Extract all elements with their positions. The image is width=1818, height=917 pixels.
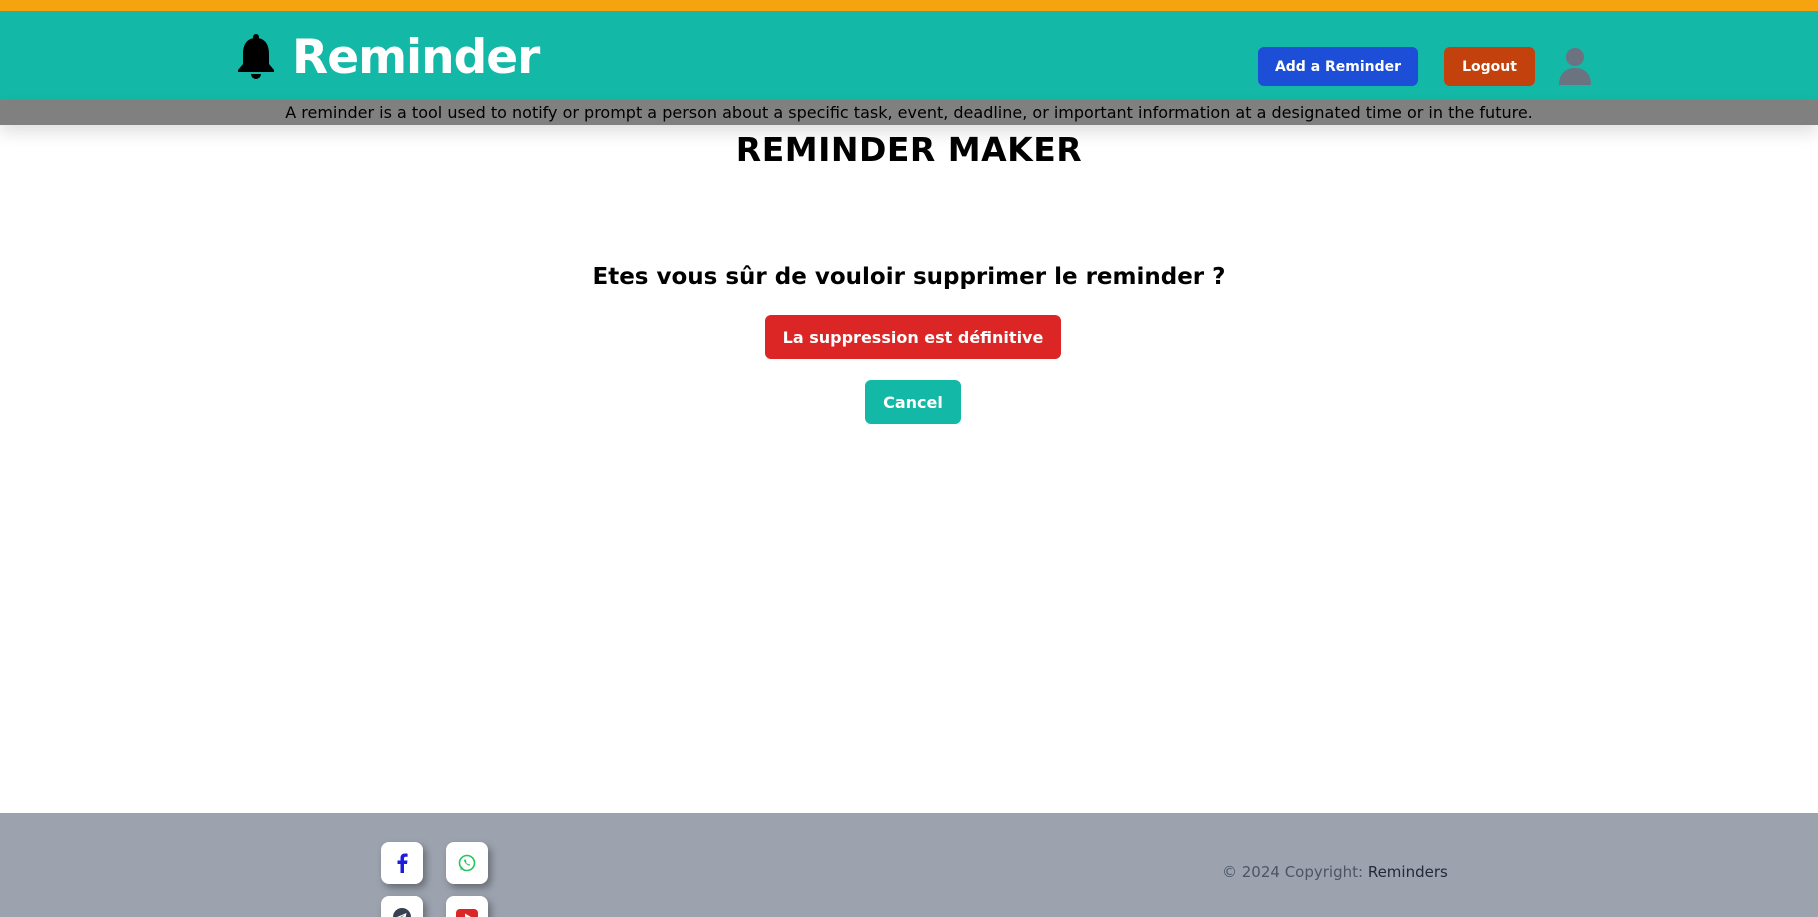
- copyright-text: © 2024 Copyright: Reminders: [1222, 863, 1448, 881]
- page-title: REMINDER MAKER: [735, 130, 1083, 169]
- whatsapp-icon: [458, 854, 476, 872]
- bell-icon: [238, 34, 274, 79]
- cancel-button[interactable]: Cancel: [865, 380, 961, 424]
- footer: © 2024 Copyright: Reminders: [0, 813, 1818, 917]
- whatsapp-link[interactable]: [446, 842, 488, 884]
- user-avatar-icon[interactable]: [1557, 47, 1593, 85]
- copyright-link[interactable]: Reminders: [1368, 863, 1448, 881]
- facebook-link[interactable]: [381, 842, 423, 884]
- copyright-prefix: © 2024 Copyright:: [1222, 863, 1368, 881]
- delete-confirmation-question: Etes vous sûr de vouloir supprimer le re…: [592, 264, 1226, 290]
- facebook-icon: [397, 853, 408, 873]
- confirm-delete-button[interactable]: La suppression est définitive: [765, 315, 1061, 359]
- header: Reminder Add a Reminder Logout: [0, 11, 1818, 100]
- brand-name: Reminder: [292, 29, 540, 85]
- tagline-bar: A reminder is a tool used to notify or p…: [0, 100, 1818, 125]
- add-reminder-button[interactable]: Add a Reminder: [1258, 47, 1418, 86]
- youtube-icon: [456, 909, 478, 917]
- youtube-link[interactable]: [446, 896, 488, 917]
- telegram-icon: [393, 908, 411, 917]
- top-accent-strip: [0, 0, 1818, 11]
- logout-button[interactable]: Logout: [1444, 47, 1535, 86]
- brand-logo[interactable]: Reminder: [236, 29, 540, 85]
- telegram-link[interactable]: [381, 896, 423, 917]
- tagline-text: A reminder is a tool used to notify or p…: [285, 103, 1533, 122]
